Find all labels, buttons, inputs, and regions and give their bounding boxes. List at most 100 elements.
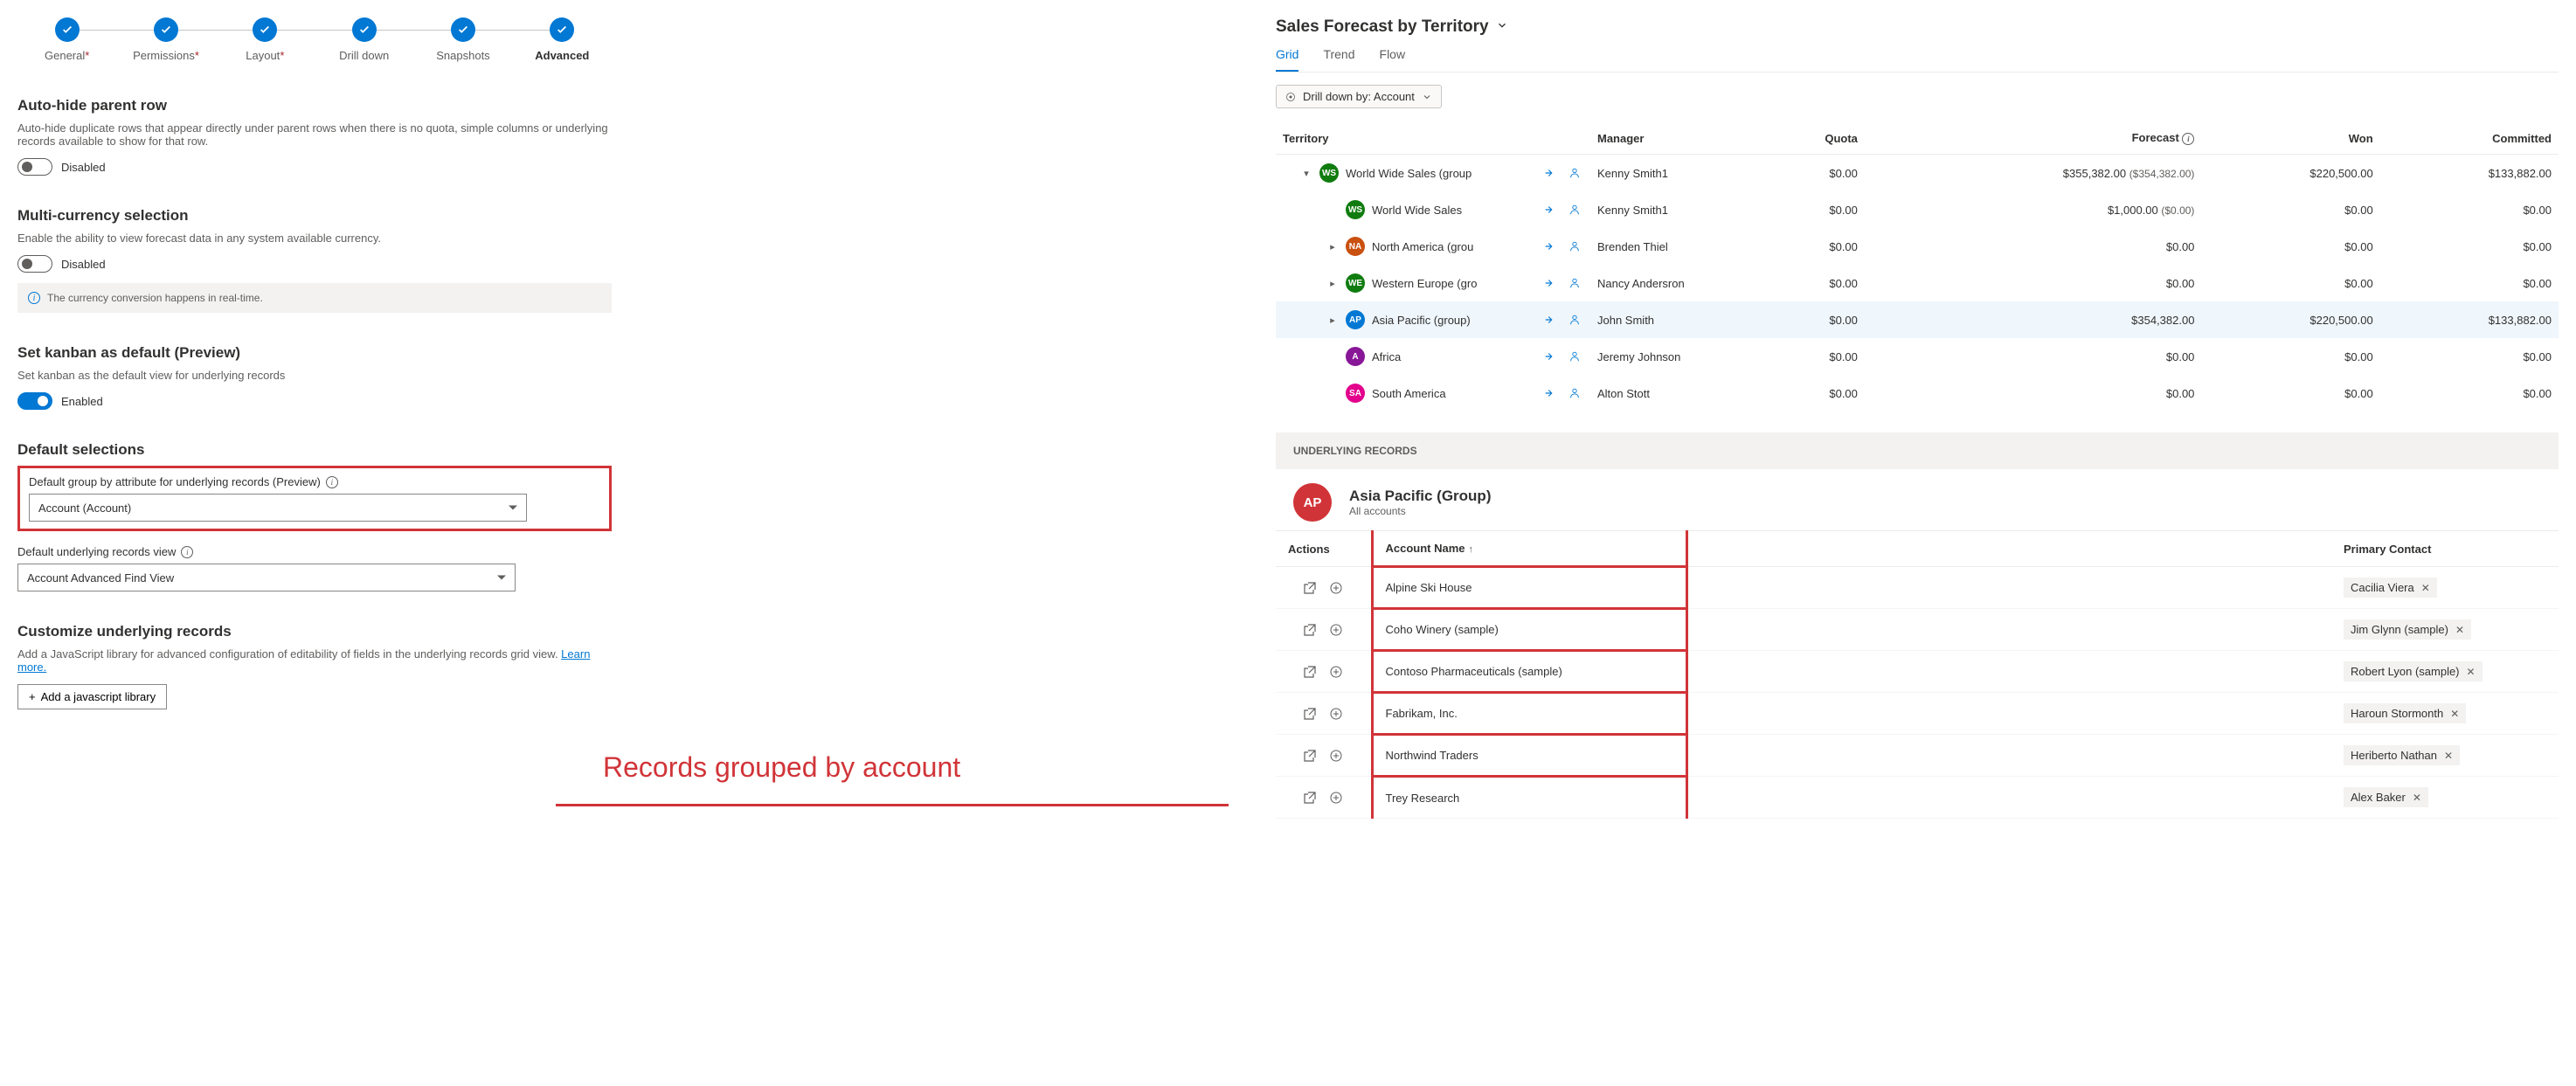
user-icon[interactable] xyxy=(1566,311,1583,329)
step-permissions[interactable]: Permissions* xyxy=(116,17,215,62)
expand-icon[interactable]: ▾ xyxy=(1300,168,1312,179)
open-icon[interactable] xyxy=(1303,623,1317,637)
forecast-row[interactable]: WS World Wide Sales Kenny Smith1 $0.00 $… xyxy=(1276,191,2559,228)
share-icon[interactable] xyxy=(1541,164,1559,182)
forecast-row[interactable]: SA South America Alton Stott $0.00 $0.00… xyxy=(1276,375,2559,412)
contact-chip[interactable]: Robert Lyon (sample)✕ xyxy=(2344,661,2483,681)
open-icon[interactable] xyxy=(1303,707,1317,721)
won-cell: $220,500.00 xyxy=(2201,155,2379,192)
share-icon[interactable] xyxy=(1541,311,1559,329)
open-icon[interactable] xyxy=(1303,581,1317,595)
remove-icon[interactable]: ✕ xyxy=(2413,792,2421,804)
forecast-row[interactable]: A Africa Jeremy Johnson $0.00 $0.00 $0.0… xyxy=(1276,338,2559,375)
group-by-dropdown[interactable]: Account (Account) xyxy=(29,494,527,522)
col-header[interactable]: Manager xyxy=(1590,122,1756,155)
step-advanced[interactable]: Advanced xyxy=(513,17,612,62)
info-icon[interactable]: i xyxy=(181,546,193,558)
col-header[interactable]: Committed xyxy=(2380,122,2559,155)
user-icon[interactable] xyxy=(1566,274,1583,292)
user-icon[interactable] xyxy=(1566,384,1583,402)
forecast-row[interactable]: ▸ WE Western Europe (gro Nancy Andersron… xyxy=(1276,265,2559,301)
chevron-down-icon xyxy=(1496,17,1508,37)
col-header[interactable]: Won xyxy=(2201,122,2379,155)
remove-icon[interactable]: ✕ xyxy=(2467,666,2476,678)
account-name-cell[interactable]: Northwind Traders xyxy=(1372,735,1686,777)
autohide-toggle[interactable] xyxy=(17,158,52,176)
add-icon[interactable] xyxy=(1329,623,1343,637)
add-icon[interactable] xyxy=(1329,791,1343,805)
user-icon[interactable] xyxy=(1566,348,1583,365)
contact-chip[interactable]: Haroun Stormonth✕ xyxy=(2344,703,2466,723)
record-row[interactable]: Trey Research Alex Baker✕ xyxy=(1276,777,2559,819)
share-icon[interactable] xyxy=(1541,238,1559,255)
forecast-row[interactable]: ▸ NA North America (grou Brenden Thiel $… xyxy=(1276,228,2559,265)
step-label: Permissions* xyxy=(133,49,199,62)
account-name-cell[interactable]: Coho Winery (sample) xyxy=(1372,609,1686,651)
forecast-row[interactable]: ▸ AP Asia Pacific (group) John Smith $0.… xyxy=(1276,301,2559,338)
add-icon[interactable] xyxy=(1329,707,1343,721)
step-drill-down[interactable]: Drill down xyxy=(315,17,413,62)
col-header[interactable]: Territory xyxy=(1276,122,1590,155)
col-header[interactable]: Quota xyxy=(1756,122,1865,155)
forecast-row[interactable]: ▾ WS World Wide Sales (group Kenny Smith… xyxy=(1276,155,2559,192)
kanban-toggle[interactable] xyxy=(17,392,52,410)
col-account-name[interactable]: Account Name↑ xyxy=(1372,531,1686,567)
share-icon[interactable] xyxy=(1541,384,1559,402)
record-row[interactable]: Coho Winery (sample) Jim Glynn (sample)✕ xyxy=(1276,609,2559,651)
col-primary-contact[interactable]: Primary Contact xyxy=(2331,531,2559,567)
remove-icon[interactable]: ✕ xyxy=(2444,750,2453,762)
contact-chip[interactable]: Cacilia Viera✕ xyxy=(2344,578,2437,598)
tab-flow[interactable]: Flow xyxy=(1380,47,1406,72)
user-icon[interactable] xyxy=(1566,201,1583,218)
add-javascript-button[interactable]: + Add a javascript library xyxy=(17,684,167,709)
default-view-dropdown[interactable]: Account Advanced Find View xyxy=(17,564,516,591)
territory-name: North America (grou xyxy=(1372,240,1473,253)
step-general[interactable]: General* xyxy=(17,17,116,62)
tab-trend[interactable]: Trend xyxy=(1323,47,1354,72)
record-row[interactable]: Alpine Ski House Cacilia Viera✕ xyxy=(1276,567,2559,609)
user-icon[interactable] xyxy=(1566,238,1583,255)
add-icon[interactable] xyxy=(1329,665,1343,679)
share-icon[interactable] xyxy=(1541,201,1559,218)
tab-grid[interactable]: Grid xyxy=(1276,47,1298,72)
expand-icon[interactable]: ▸ xyxy=(1326,278,1339,289)
drill-down-chip[interactable]: Drill down by: Account xyxy=(1276,85,1442,108)
won-cell: $0.00 xyxy=(2201,191,2379,228)
add-icon[interactable] xyxy=(1329,749,1343,763)
multicurrency-toggle[interactable] xyxy=(17,255,52,273)
remove-icon[interactable]: ✕ xyxy=(2421,582,2430,594)
account-name-cell[interactable]: Fabrikam, Inc. xyxy=(1372,693,1686,735)
forecast-title[interactable]: Sales Forecast by Territory xyxy=(1276,17,2559,37)
contact-chip[interactable]: Heriberto Nathan✕ xyxy=(2344,745,2460,765)
contact-chip[interactable]: Jim Glynn (sample)✕ xyxy=(2344,619,2471,640)
open-icon[interactable] xyxy=(1303,791,1317,805)
expand-icon[interactable]: ▸ xyxy=(1326,241,1339,252)
record-row[interactable]: Northwind Traders Heriberto Nathan✕ xyxy=(1276,735,2559,777)
share-icon[interactable] xyxy=(1541,274,1559,292)
account-name-cell[interactable]: Trey Research xyxy=(1372,777,1686,819)
record-row[interactable]: Fabrikam, Inc. Haroun Stormonth✕ xyxy=(1276,693,2559,735)
user-icon[interactable] xyxy=(1566,164,1583,182)
manager-cell: Kenny Smith1 xyxy=(1590,155,1756,192)
contact-chip[interactable]: Alex Baker✕ xyxy=(2344,787,2428,807)
info-icon[interactable]: i xyxy=(2182,133,2194,145)
share-icon[interactable] xyxy=(1541,348,1559,365)
col-header[interactable]: Forecast i xyxy=(1865,122,2202,155)
step-snapshots[interactable]: Snapshots xyxy=(413,17,512,62)
account-name-cell[interactable]: Contoso Pharmaceuticals (sample) xyxy=(1372,651,1686,693)
remove-icon[interactable]: ✕ xyxy=(2455,624,2464,636)
autohide-toggle-label: Disabled xyxy=(61,161,106,174)
remove-icon[interactable]: ✕ xyxy=(2450,708,2459,720)
add-icon[interactable] xyxy=(1329,581,1343,595)
expand-icon[interactable]: ▸ xyxy=(1326,315,1339,326)
account-name-cell[interactable]: Alpine Ski House xyxy=(1372,567,1686,609)
manager-cell: Kenny Smith1 xyxy=(1590,191,1756,228)
open-icon[interactable] xyxy=(1303,665,1317,679)
multicurrency-info-text: The currency conversion happens in real-… xyxy=(47,292,263,304)
record-row[interactable]: Contoso Pharmaceuticals (sample) Robert … xyxy=(1276,651,2559,693)
step-layout[interactable]: Layout* xyxy=(216,17,315,62)
forecast-cell: $354,382.00 xyxy=(1865,301,2202,338)
info-icon[interactable]: i xyxy=(326,476,338,488)
plus-icon: + xyxy=(29,690,36,703)
open-icon[interactable] xyxy=(1303,749,1317,763)
